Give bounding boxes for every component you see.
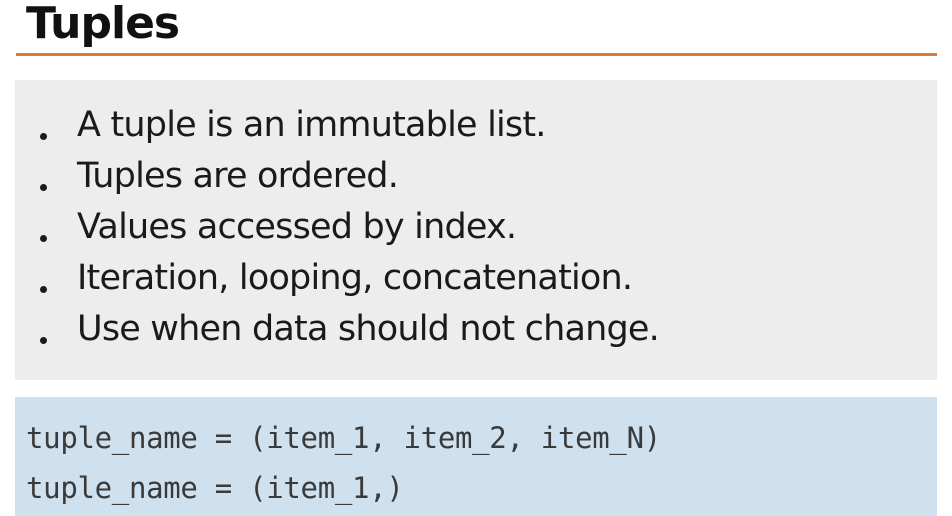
bullet-list: A tuple is an immutable list. Tuples are… xyxy=(15,100,660,355)
bullet-text: Values accessed by index. xyxy=(77,207,517,247)
bullet-dot-icon xyxy=(40,133,47,140)
code-line: tuple_name = (item_1,) xyxy=(26,471,404,505)
bullet-dot-icon xyxy=(40,286,47,293)
bullet-dot-icon xyxy=(40,235,47,242)
title-underline xyxy=(16,53,937,56)
bullet-item: Values accessed by index. xyxy=(15,202,659,253)
code-line: tuple_name = (item_1, item_2, item_N) xyxy=(26,421,661,455)
bullet-item: Iteration, looping, concatenation. xyxy=(15,253,659,304)
bullet-dot-icon xyxy=(40,337,47,344)
bullet-item: Tuples are ordered. xyxy=(15,151,659,202)
bullet-text: Tuples are ordered. xyxy=(77,156,399,196)
bullet-item: A tuple is an immutable list. xyxy=(15,100,659,151)
bullet-text: Use when data should not change. xyxy=(77,309,660,349)
bullet-text: A tuple is an immutable list. xyxy=(77,105,546,145)
bullet-item: Use when data should not change. xyxy=(15,304,660,355)
bullet-text: Iteration, looping, concatenation. xyxy=(77,258,633,298)
slide-title: Tuples xyxy=(26,0,180,49)
bullet-panel: A tuple is an immutable list. Tuples are… xyxy=(15,80,937,380)
code-block: tuple_name = (item_1, item_2, item_N) tu… xyxy=(15,397,937,516)
bullet-dot-icon xyxy=(40,184,47,191)
